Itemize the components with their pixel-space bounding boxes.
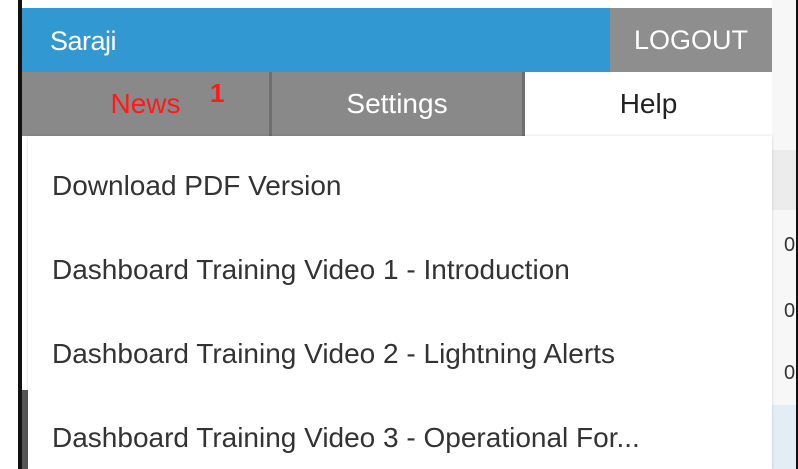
tab-news-label: News — [110, 88, 181, 119]
background-row-highlight — [772, 405, 796, 469]
news-count-badge: 1 — [210, 78, 225, 108]
username-label: Saraji — [50, 26, 117, 56]
main-tabs: News 1 Settings Help — [22, 72, 772, 136]
menu-item-training-video-3[interactable]: Dashboard Training Video 3 - Operational… — [52, 422, 640, 454]
tab-settings-label: Settings — [346, 88, 448, 119]
background-cell-value: 0 — [784, 362, 796, 384]
tab-help[interactable]: Help — [525, 72, 772, 136]
background-cell-value: 0 — [784, 234, 796, 256]
window-left-border — [0, 0, 22, 469]
background-row — [772, 150, 796, 210]
background-cell-value: 0 — [784, 300, 796, 322]
tab-help-label: Help — [619, 88, 678, 119]
tab-settings[interactable]: Settings — [272, 72, 525, 136]
tab-news[interactable]: News 1 — [22, 72, 272, 136]
logout-button[interactable]: LOGOUT — [610, 8, 772, 72]
menu-item-download-pdf[interactable]: Download PDF Version — [52, 170, 341, 202]
background-table-edge: 0 0 0 — [772, 0, 798, 469]
menu-item-training-video-2[interactable]: Dashboard Training Video 2 - Lightning A… — [52, 338, 615, 370]
menu-item-training-video-1[interactable]: Dashboard Training Video 1 - Introductio… — [52, 254, 570, 286]
top-header-bar: Saraji LOGOUT — [22, 8, 772, 72]
help-dropdown-menu: Download PDF Version Dashboard Training … — [28, 136, 772, 469]
